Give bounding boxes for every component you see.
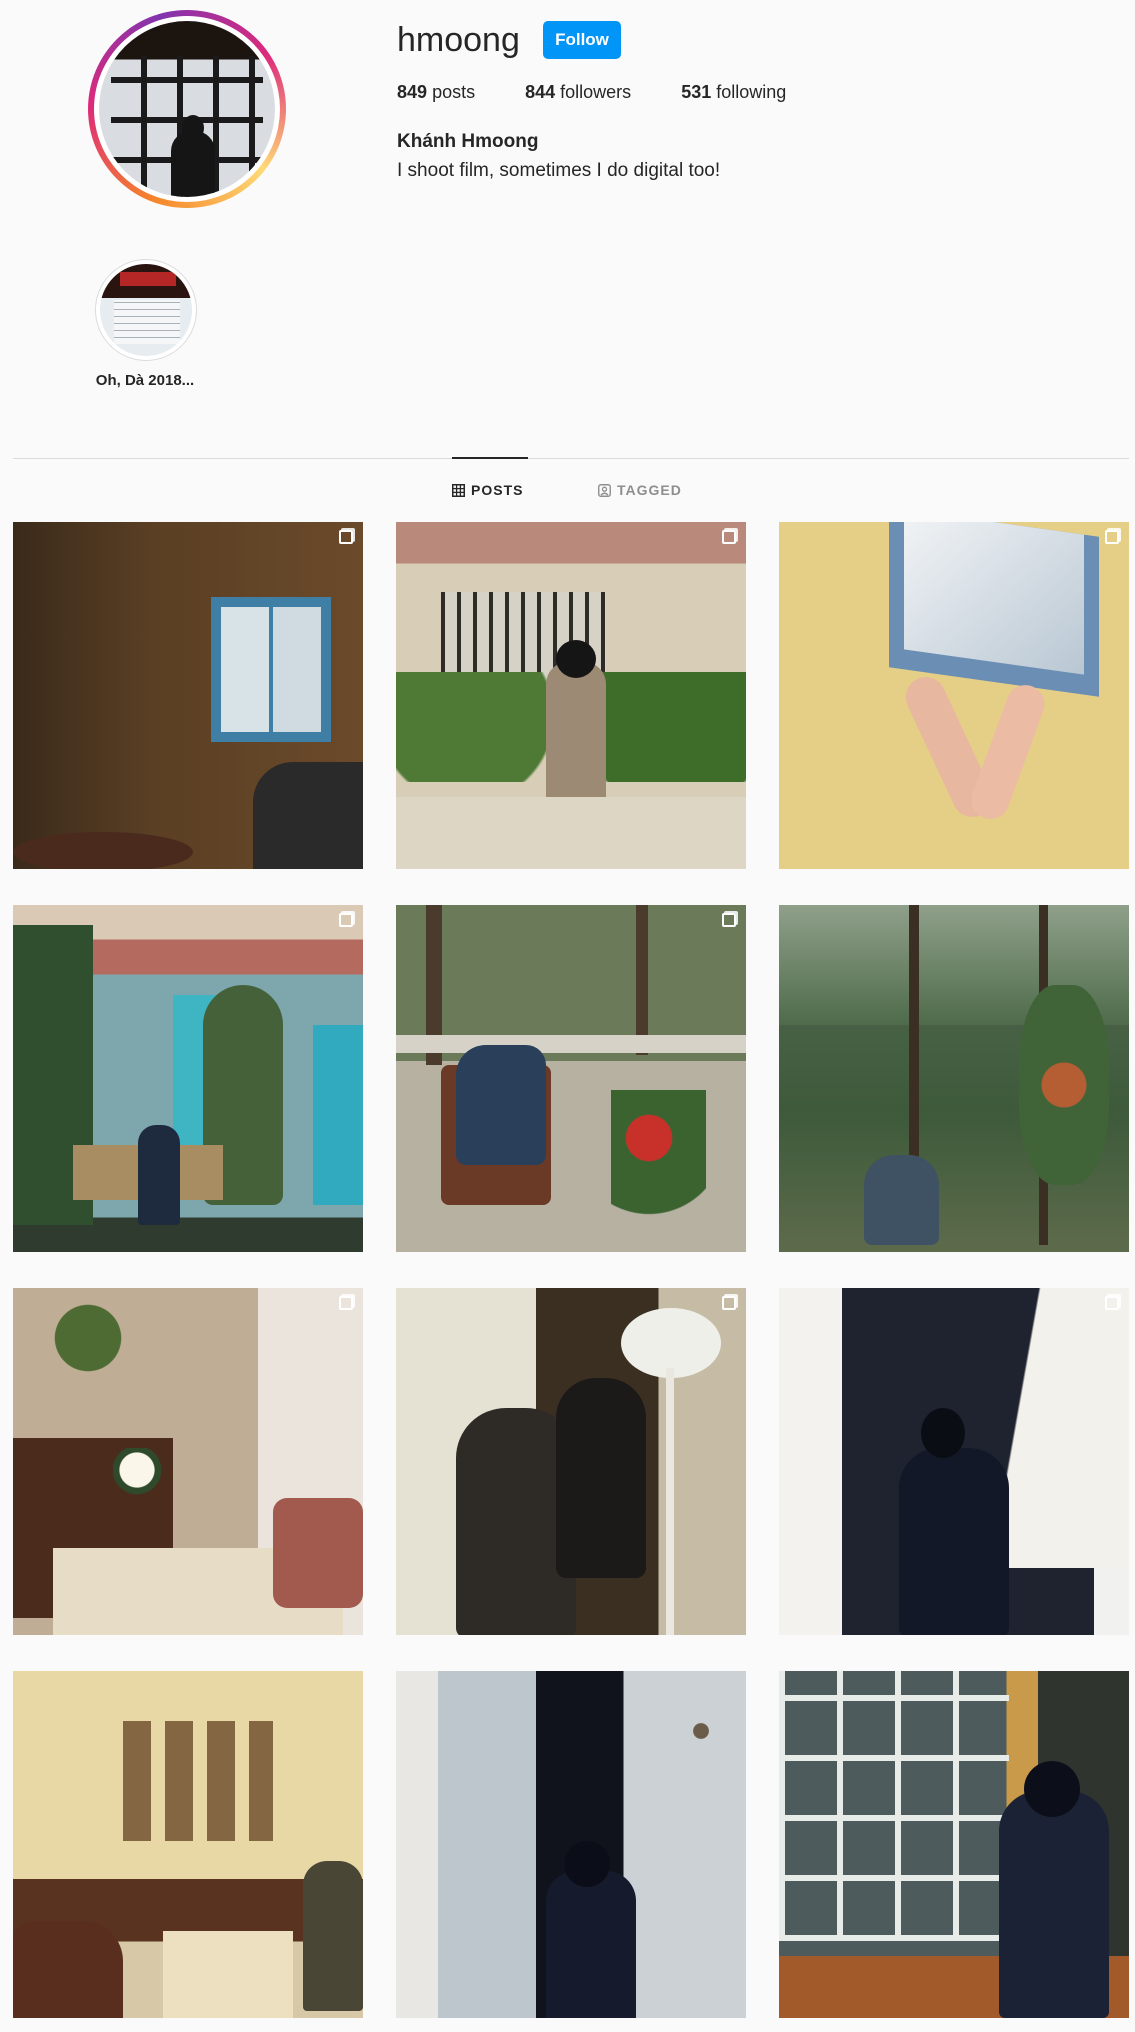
- multiple-photos-icon: [1105, 1296, 1119, 1310]
- post-scene-person-head: [556, 640, 596, 678]
- post-scene-plant: [23, 1288, 153, 1388]
- post-scene-ground: [396, 797, 746, 869]
- stat-posts: 849 posts: [397, 82, 475, 103]
- profile-full-name: Khánh Hmoong: [397, 131, 539, 152]
- posts-label: posts: [432, 82, 476, 102]
- post-tile[interactable]: [396, 1288, 746, 1635]
- post-tile: [779, 905, 1129, 1252]
- tab-tagged[interactable]: TAGGED: [598, 482, 682, 498]
- post-scene-lamp-stand: [666, 1368, 674, 1635]
- post-scene-table: [13, 832, 193, 869]
- post-tile: [396, 1671, 746, 2018]
- post-tile: [13, 1671, 363, 2018]
- posts-grid: [13, 522, 1129, 2018]
- post-scene-arm: [966, 679, 1050, 825]
- profile-bio: I shoot film, sometimes I do digital too…: [397, 160, 721, 181]
- post-scene-tree: [636, 905, 648, 1055]
- multiple-photos-icon: [1105, 530, 1119, 544]
- multiple-photos-icon: [722, 530, 736, 544]
- post-tile[interactable]: [779, 1288, 1129, 1635]
- post-tile: [779, 1671, 1129, 2018]
- multiple-photos-icon: [339, 530, 353, 544]
- post-scene-branches: [656, 1671, 746, 1791]
- post-tile[interactable]: [13, 522, 363, 869]
- post-scene-window-glass: [904, 522, 1084, 675]
- post-tile[interactable]: [13, 905, 363, 1252]
- post-scene-person: [864, 1155, 939, 1245]
- story-highlight[interactable]: [95, 259, 197, 361]
- avatar-photo: [99, 21, 275, 197]
- tab-posts[interactable]: POSTS: [452, 482, 523, 498]
- post-scene-chair: [273, 1498, 363, 1608]
- multiple-photos-icon: [339, 1296, 353, 1310]
- post-scene-person: [899, 1448, 1009, 1635]
- post-scene-person: [556, 1378, 646, 1578]
- avatar-figure-body: [171, 131, 215, 197]
- posts-count: 849: [397, 82, 428, 102]
- post-scene-window-glass: [221, 607, 321, 732]
- post-scene-person-head: [1024, 1761, 1080, 1817]
- profile-username: hmoong: [397, 21, 520, 59]
- post-scene-flowers: [611, 1090, 706, 1250]
- post-scene-frames: [123, 1721, 273, 1841]
- follow-button[interactable]: Follow: [543, 21, 621, 59]
- tab-posts-label: POSTS: [471, 482, 524, 498]
- post-scene-person: [303, 1861, 363, 2011]
- highlight-cover-card: [114, 300, 180, 344]
- tab-tagged-label: TAGGED: [617, 482, 682, 498]
- post-scene-table: [163, 1931, 293, 2018]
- post-scene-person: [138, 1125, 180, 1225]
- post-scene-railing: [396, 1035, 746, 1053]
- post-scene-door: [313, 1025, 363, 1205]
- following-label: following: [716, 82, 787, 102]
- post-tile[interactable]: [396, 905, 746, 1252]
- multiple-photos-icon: [339, 913, 353, 927]
- post-scene-person: [456, 1045, 546, 1165]
- post-scene-chair: [13, 1921, 123, 2018]
- post-tile[interactable]: [13, 1288, 363, 1635]
- followers-label: followers: [560, 82, 632, 102]
- grid-icon: [452, 483, 465, 497]
- followers-count: 844: [525, 82, 556, 102]
- highlight-cover: [100, 264, 192, 356]
- post-scene-flowers: [113, 1448, 173, 1558]
- active-tab-indicator: [452, 457, 528, 459]
- post-scene-person: [546, 1871, 636, 2018]
- post-scene-window-panes: [779, 1671, 1009, 1941]
- highlight-cover-banner: [120, 272, 176, 286]
- avatar-border: [94, 16, 280, 202]
- profile-avatar[interactable]: [88, 10, 286, 208]
- stat-following[interactable]: 531 following: [681, 82, 786, 103]
- multiple-photos-icon: [722, 1296, 736, 1310]
- highlight-label[interactable]: Oh, Dà 2018...: [70, 372, 220, 389]
- post-scene-person-head: [921, 1408, 965, 1458]
- post-scene-person: [999, 1791, 1109, 2018]
- multiple-photos-icon: [722, 913, 736, 927]
- post-tile[interactable]: [779, 522, 1129, 869]
- following-count: 531: [681, 82, 712, 102]
- tag-user-icon: [598, 483, 611, 497]
- post-tile[interactable]: [396, 522, 746, 869]
- post-scene-person: [253, 762, 363, 869]
- profile-stats: 849 posts 844 followers 531 following: [397, 82, 836, 103]
- post-scene-person-head: [564, 1841, 610, 1887]
- stat-followers[interactable]: 844 followers: [525, 82, 631, 103]
- post-scene-pine: [1019, 985, 1109, 1185]
- tabs-divider: [13, 458, 1129, 459]
